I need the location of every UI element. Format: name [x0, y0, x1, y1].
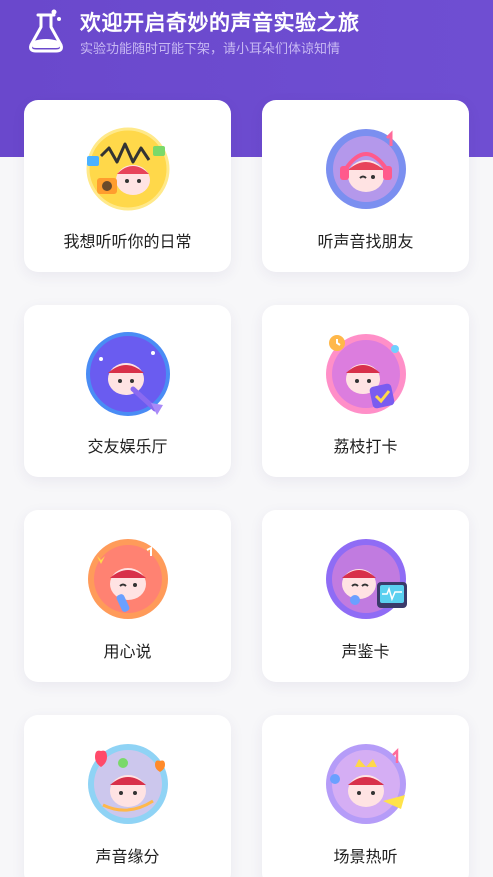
cupid-mascot-icon [83, 739, 173, 829]
card-find-friends[interactable]: 听声音找朋友 [262, 100, 469, 272]
card-speak-from-heart[interactable]: 用心说 [24, 510, 231, 682]
card-label: 声鉴卡 [341, 642, 390, 661]
card-label: 场景热听 [333, 847, 398, 866]
card-daily-life[interactable]: 我想听听你的日常 [24, 100, 231, 272]
soundwave-mascot-icon [83, 124, 173, 214]
card-label: 我想听听你的日常 [63, 232, 192, 251]
card-social-hall[interactable]: 交友娱乐厅 [24, 305, 231, 477]
card-label: 声音缘分 [95, 847, 160, 866]
card-voice-fate[interactable]: 声音缘分 [24, 715, 231, 877]
flask-icon [29, 9, 63, 53]
card-scene-listen[interactable]: 场景热听 [262, 715, 469, 877]
page-subtitle: 实验功能随时可能下架，请小耳朵们体谅知情 [80, 42, 341, 57]
crown-mascot-icon [321, 739, 411, 829]
card-voice-card[interactable]: 声鉴卡 [262, 510, 469, 682]
mic-mascot-icon [83, 534, 173, 624]
card-label: 交友娱乐厅 [87, 437, 168, 456]
card-label: 用心说 [103, 642, 152, 661]
guitar-mascot-icon [83, 329, 173, 419]
headphones-mascot-icon [321, 124, 411, 214]
clock-checkin-mascot-icon [321, 329, 411, 419]
page-title: 欢迎开启奇妙的声音实验之旅 [80, 11, 360, 35]
monitor-mascot-icon [321, 534, 411, 624]
card-label: 荔枝打卡 [333, 437, 398, 456]
card-label: 听声音找朋友 [317, 232, 414, 251]
card-lizhi-checkin[interactable]: 荔枝打卡 [262, 305, 469, 477]
